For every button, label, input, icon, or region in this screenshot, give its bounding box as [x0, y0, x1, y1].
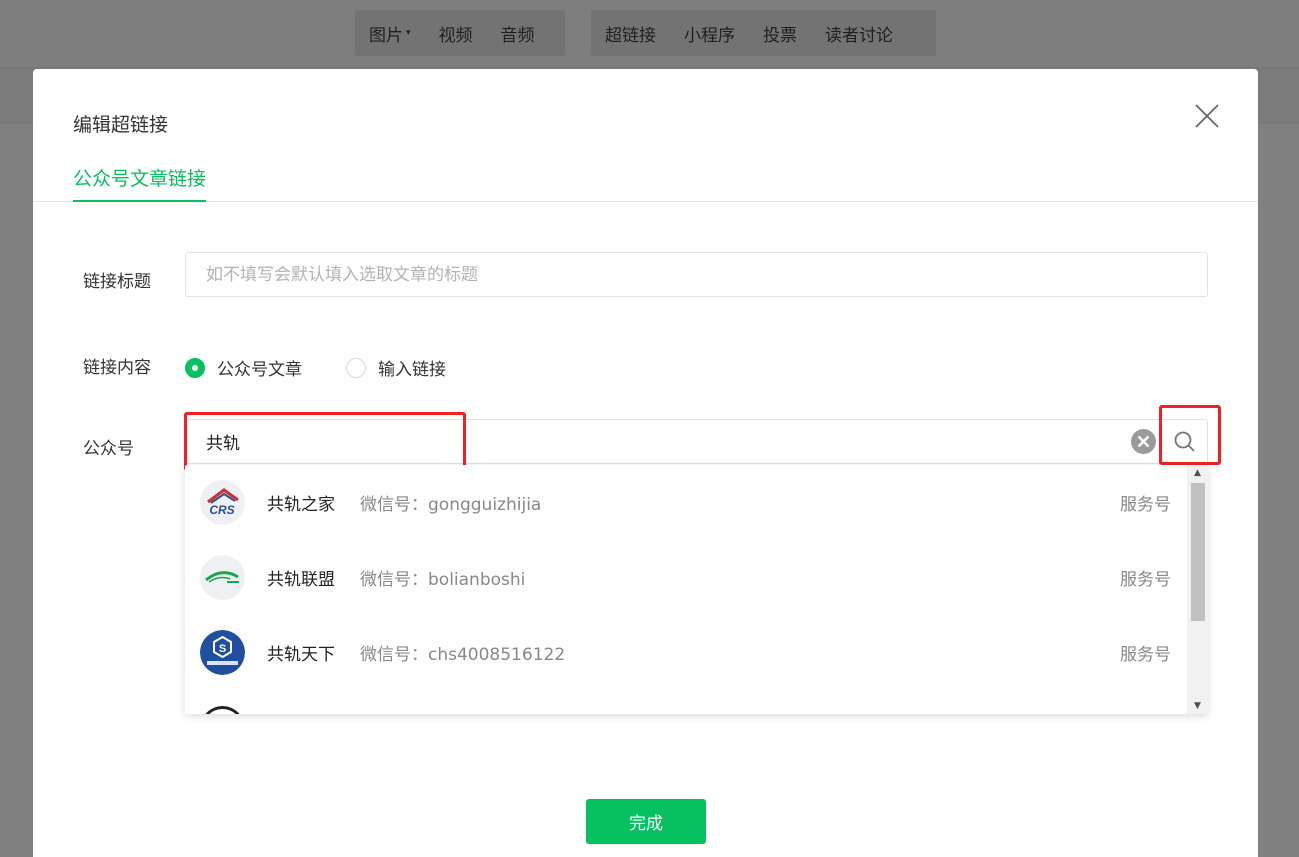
radio-checked-icon	[185, 357, 205, 378]
link-content-label: 链接内容	[83, 358, 151, 378]
editor-topbar: 图片 ▾ 视频 音频 超链接 小程序 投票 读者讨论	[0, 0, 1299, 68]
toolbar-video[interactable]: 视频	[425, 21, 487, 46]
media-toolbar-group: 图片 ▾ 视频 音频	[355, 10, 565, 56]
list-item[interactable]: S 共轨天下 微信号：chs4008516122 服务号	[185, 615, 1187, 690]
clear-button[interactable]	[1131, 429, 1156, 454]
account-results-dropdown: CRS 共轨之家 微信号：gongguizhijia 服务号 共轨联盟 微信号：…	[185, 465, 1208, 714]
results-list: CRS 共轨之家 微信号：gongguizhijia 服务号 共轨联盟 微信号：…	[185, 465, 1187, 714]
result-wechat-id: 微信号：bolianboshi	[360, 570, 526, 590]
edit-hyperlink-dialog: 编辑超链接 公众号文章链接 链接标题 链接内容 公众号文章 输入链接 公众号	[33, 69, 1258, 857]
results-scrollbar[interactable]: ▲ ▼	[1187, 465, 1208, 714]
scroll-down-icon[interactable]: ▼	[1187, 698, 1208, 714]
close-icon	[1195, 104, 1219, 128]
caret-down-icon: ▾	[406, 28, 411, 38]
list-item[interactable]: 共轨联盟 微信号：bolianboshi 服务号	[185, 540, 1187, 615]
radio-input-link-label: 输入链接	[378, 360, 446, 380]
account-search-input[interactable]	[186, 420, 1126, 463]
list-item-partial[interactable]	[185, 690, 1187, 714]
list-item[interactable]: CRS 共轨之家 微信号：gongguizhijia 服务号	[185, 465, 1187, 540]
result-wechat-id: 微信号：chs4008516122	[360, 645, 566, 665]
close-button[interactable]	[1193, 102, 1221, 130]
svg-text:CRS: CRS	[209, 503, 234, 517]
tab-article-link[interactable]: 公众号文章链接	[73, 164, 207, 202]
dialog-title: 编辑超链接	[73, 114, 169, 136]
account-search-box	[185, 419, 1208, 464]
result-type: 服务号	[1120, 495, 1171, 515]
result-name: 共轨天下	[267, 645, 335, 665]
scroll-up-icon[interactable]: ▲	[1187, 465, 1208, 481]
dark-ring-logo-icon	[205, 706, 240, 714]
search-button[interactable]	[1160, 420, 1208, 463]
avatar	[200, 555, 245, 600]
toolbar-image-label: 图片	[369, 25, 403, 46]
link-title-input[interactable]	[185, 252, 1208, 297]
toolbar-audio[interactable]: 音频	[487, 21, 549, 46]
clear-icon	[1131, 429, 1156, 454]
toolbar-vote[interactable]: 投票	[749, 21, 811, 46]
result-type: 服务号	[1120, 645, 1171, 665]
insert-toolbar-group: 超链接 小程序 投票 读者讨论	[591, 10, 936, 56]
search-icon	[1174, 431, 1195, 452]
avatar	[200, 706, 245, 714]
toolbar-discussion[interactable]: 读者讨论	[811, 21, 907, 46]
link-title-label: 链接标题	[83, 272, 151, 292]
crs-logo-icon: CRS	[200, 480, 245, 525]
result-name: 共轨之家	[267, 495, 335, 515]
radio-article-label: 公众号文章	[217, 360, 302, 380]
toolbar-miniprogram[interactable]: 小程序	[670, 21, 749, 46]
green-swoosh-logo-icon	[200, 555, 245, 600]
blue-circle-logo-icon: S	[200, 630, 245, 675]
tab-bar: 公众号文章链接	[33, 164, 1258, 202]
account-label: 公众号	[83, 439, 134, 459]
toolbar-image[interactable]: 图片 ▾	[355, 21, 425, 46]
result-wechat-id: 微信号：gongguizhijia	[360, 495, 542, 515]
done-button[interactable]: 完成	[586, 799, 706, 844]
scrollbar-thumb[interactable]	[1191, 483, 1205, 621]
avatar: S	[200, 630, 245, 675]
result-name: 共轨联盟	[267, 570, 335, 590]
radio-article[interactable]: 公众号文章	[185, 355, 302, 380]
avatar: CRS	[200, 480, 245, 525]
toolbar-hyperlink[interactable]: 超链接	[591, 21, 670, 46]
radio-input-link[interactable]: 输入链接	[346, 355, 446, 380]
svg-text:S: S	[219, 643, 226, 655]
result-type: 服务号	[1120, 570, 1171, 590]
radio-unchecked-icon	[346, 357, 366, 378]
